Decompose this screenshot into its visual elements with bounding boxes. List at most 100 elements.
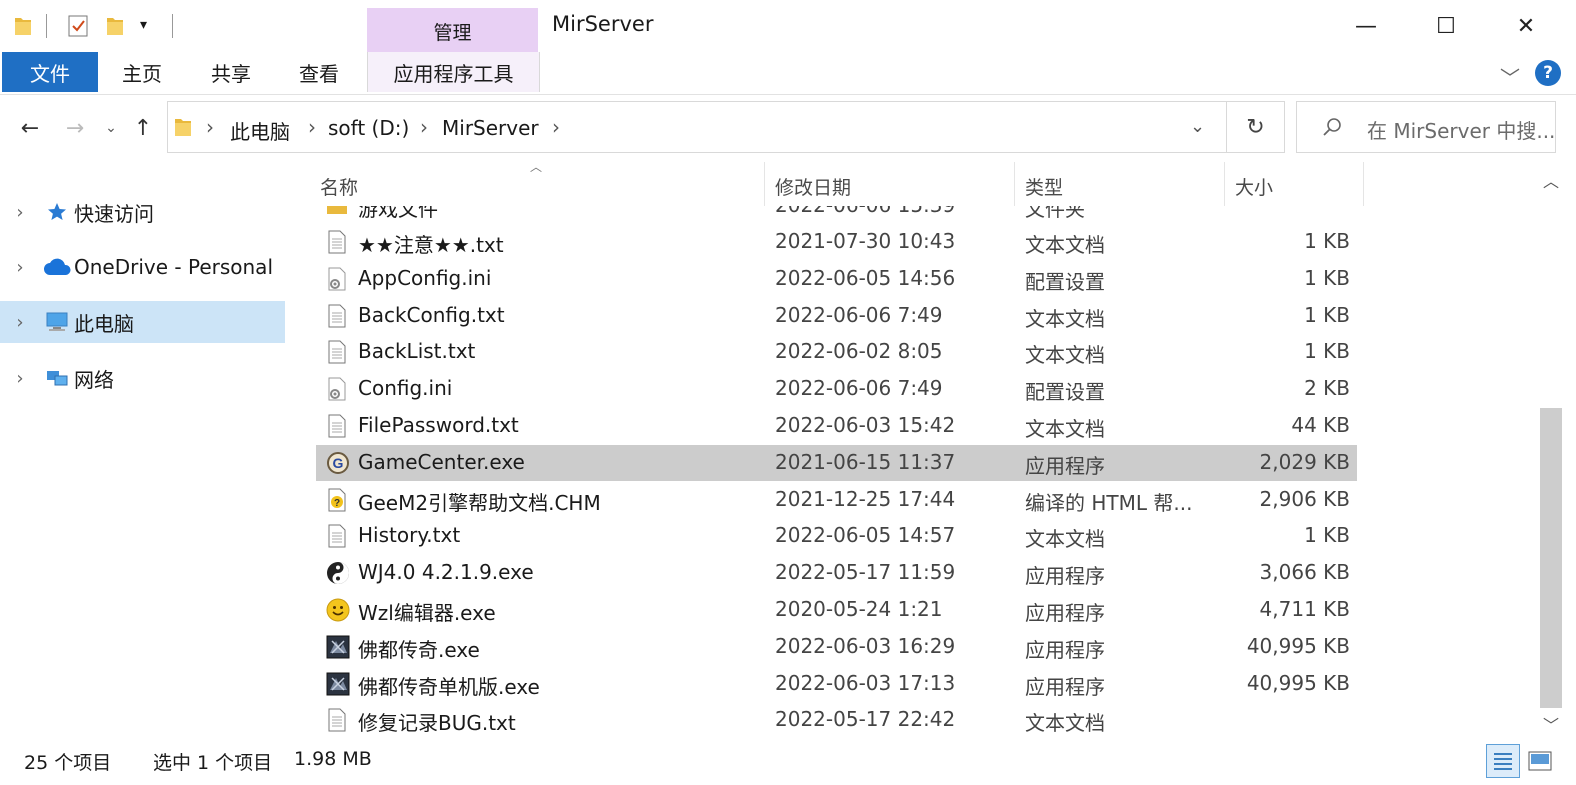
text-file-icon [326,230,348,254]
file-type: 配置设置 [1025,380,1105,405]
file-date: 2022-05-17 22:42 [775,707,956,732]
breadcrumb-separator-icon: › [308,115,316,139]
list-item[interactable]: 佛都传奇.exe 2022-06-03 16:29 应用程序 40,995 KB [316,629,1357,665]
file-size: 40,995 KB [1246,633,1350,658]
chevron-right-icon[interactable]: › [0,312,40,333]
config-file-icon [326,377,348,401]
minimize-button[interactable]: — [1326,0,1406,52]
column-header-date[interactable]: 修改日期 [769,168,1015,204]
new-folder-icon[interactable] [106,15,124,41]
ribbon-expand-icon[interactable]: ﹀ [1500,62,1520,91]
file-name: History.txt [358,523,461,548]
tab-home[interactable]: 主页 [100,52,184,92]
list-item[interactable]: AppConfig.ini 2022-06-05 14:56 配置设置 1 KB [316,261,1357,297]
game-app-icon [326,672,350,696]
file-date: 2022-06-03 16:29 [775,633,956,658]
list-item[interactable]: 游戏文件 2022-06-06 15:39 文件夹 [316,206,1357,224]
sidebar-item-this-pc[interactable]: › 此电脑 [0,301,285,343]
list-item[interactable]: BackConfig.txt 2022-06-06 7:49 文本文档 1 KB [316,298,1357,334]
maximize-button[interactable]: ☐ [1406,0,1486,52]
list-item[interactable]: Config.ini 2022-06-06 7:49 配置设置 2 KB [316,371,1357,407]
column-divider[interactable] [1363,162,1364,206]
breadcrumb-mirserver[interactable]: MirServer [442,116,539,140]
properties-icon[interactable] [67,14,89,42]
chevron-right-icon[interactable]: › [0,202,40,223]
refresh-icon: ↻ [1246,114,1265,140]
file-size: 1 KB [1304,339,1350,364]
list-item[interactable]: History.txt 2022-06-05 14:57 文本文档 1 KB [316,518,1357,554]
up-icon[interactable]: ↑ [128,113,158,143]
scroll-down-icon[interactable]: ﹀ [1543,712,1559,736]
close-button[interactable]: ✕ [1486,0,1566,52]
list-item[interactable]: BackList.txt 2022-06-02 8:05 文本文档 1 KB [316,334,1357,370]
chm-file-icon: ? [326,488,348,512]
list-item[interactable]: 修复记录BUG.txt 2022-05-17 22:42 文本文档 [316,702,1357,738]
game-app-icon [326,635,350,659]
cloud-icon [40,258,74,276]
yinyang-app-icon [326,561,349,585]
file-size: 1 KB [1304,523,1350,548]
details-view-button[interactable] [1486,744,1520,778]
forward-icon[interactable]: → [60,113,90,143]
file-size: 4,711 KB [1259,597,1350,621]
star-icon [40,202,74,222]
file-name: AppConfig.ini [358,265,492,290]
list-item[interactable]: WJ4.0 4.2.1.9.exe 2022-05-17 11:59 应用程序 3,0… [316,555,1357,591]
quick-access-dropdown-icon[interactable]: ▾ [140,17,147,33]
search-box[interactable]: 在 MirServer 中搜... [1296,101,1556,153]
breadcrumb-drive[interactable]: soft (D:) [328,116,409,140]
file-list[interactable]: 游戏文件 2022-06-06 15:39 文件夹 ★★注意★★.txt 2021… [300,206,1536,740]
list-item[interactable]: 佛都传奇单机版.exe 2022-06-03 17:13 应用程序 40,995 KB [316,666,1357,702]
tab-file[interactable]: 文件 [2,52,98,92]
file-date: 2022-06-06 15:39 [775,206,955,217]
file-type: 文本文档 [1025,343,1105,368]
refresh-button[interactable]: ↻ [1227,101,1285,153]
window-title: MirServer [552,12,654,36]
tab-share[interactable]: 共享 [188,52,274,92]
svg-text:G: G [333,455,344,471]
toolbar-divider [46,14,47,38]
sidebar-item-quick-access[interactable]: › 快速访问 [0,191,285,233]
column-header-type[interactable]: 类型 [1019,168,1224,204]
folder-icon [326,206,348,218]
folder-icon [14,15,32,41]
sidebar-item-network[interactable]: › 网络 [0,357,285,399]
file-name: 佛都传奇单机版.exe [358,674,540,699]
column-divider[interactable] [1224,162,1225,206]
file-date: 2021-12-25 17:44 [775,486,956,511]
file-name: 游戏文件 [358,206,438,221]
column-divider[interactable] [1014,162,1015,206]
breadcrumb-this-pc[interactable]: 此电脑 [230,116,290,145]
tab-view[interactable]: 查看 [276,52,362,92]
file-name: 修复记录BUG.txt [358,711,516,736]
file-date: 2020-05-24 1:21 [775,597,943,621]
column-header-name[interactable]: 名称 [314,168,764,204]
list-item[interactable]: G GameCenter.exe 2021-06-15 11:37 应用程序 2,029… [316,444,1357,481]
toolbar-divider [172,14,173,38]
list-item[interactable]: ? GeeM2引擎帮助文档.CHM 2021-12-25 17:44 编译的 HTML… [316,482,1357,518]
search-icon [1321,116,1343,142]
file-type: 应用程序 [1025,453,1105,478]
file-date: 2022-06-02 8:05 [775,339,943,364]
back-icon[interactable]: ← [15,113,45,143]
network-icon [40,367,74,389]
large-icons-view-button[interactable] [1526,748,1554,774]
help-icon[interactable]: ? [1535,60,1561,86]
selection-count: 选中 1 个项目 [153,752,273,774]
file-date: 2022-06-05 14:57 [775,523,956,548]
address-bar[interactable]: › 此电脑 › soft (D:) › MirServer › ⌄ [167,101,1227,153]
text-file-icon [326,304,348,328]
scrollbar-thumb[interactable] [1540,408,1562,708]
list-item[interactable]: Wzl编辑器.exe 2020-05-24 1:21 应用程序 4,711 KB [316,592,1357,628]
list-item[interactable]: FilePassword.txt 2022-06-03 15:42 文本文档 44 K… [316,408,1357,444]
column-divider[interactable] [764,162,765,206]
list-item[interactable]: ★★注意★★.txt 2021-07-30 10:43 文本文档 1 KB [316,224,1357,260]
recent-locations-icon[interactable]: ⌄ [96,113,126,143]
tab-application-tools[interactable]: 应用程序工具 [367,52,540,92]
column-header-size[interactable]: 大小 [1229,168,1363,204]
chevron-right-icon[interactable]: › [0,257,40,278]
scroll-up-icon[interactable]: ︿ [1543,168,1559,192]
sidebar-item-onedrive[interactable]: › OneDrive - Personal [0,246,285,288]
address-history-dropdown-icon[interactable]: ⌄ [1190,116,1205,137]
chevron-right-icon[interactable]: › [0,368,40,389]
